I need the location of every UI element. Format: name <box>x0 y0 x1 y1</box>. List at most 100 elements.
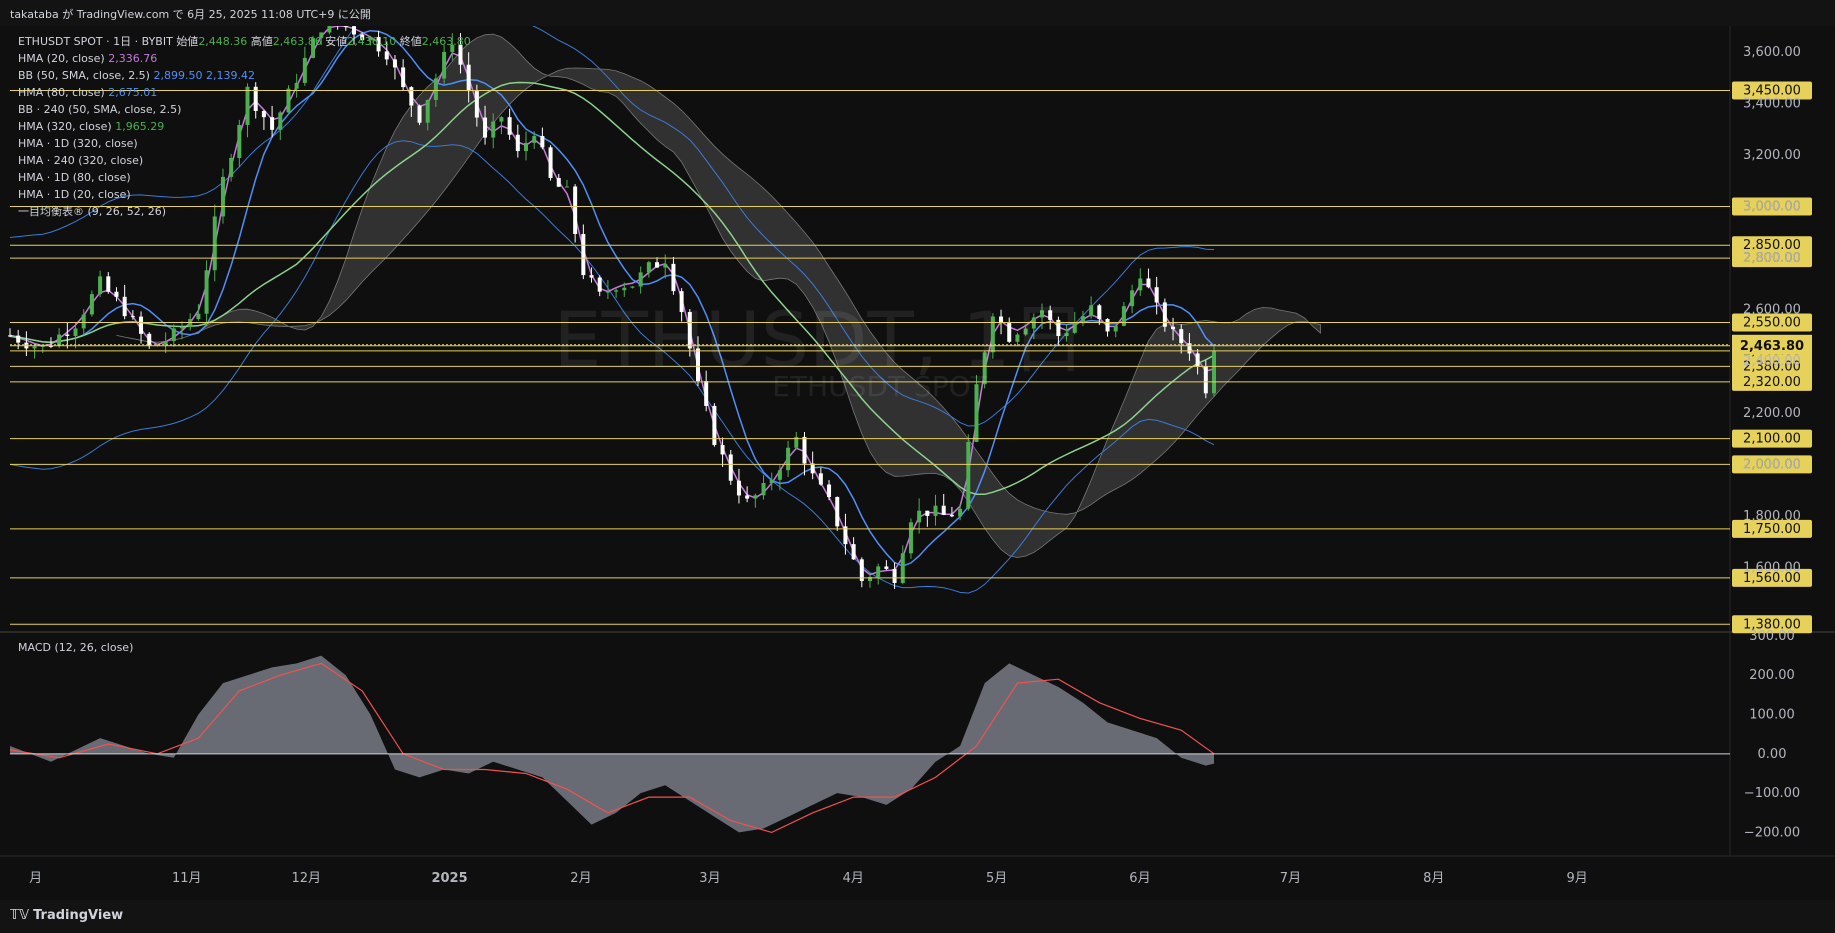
candle-body <box>1195 353 1200 367</box>
candle-body <box>663 263 668 268</box>
tradingview-brand[interactable]: 𝕋𝕍 TradingView <box>10 908 123 923</box>
price-tick-label: 3,600.00 <box>1743 45 1801 60</box>
price-tick-label: 3,400.00 <box>1743 96 1801 111</box>
legend-hma320[interactable]: HMA (320, close) 1,965.29 <box>18 118 471 135</box>
legend-ichimoku[interactable]: 一目均衡表® (9, 26, 52, 26) <box>18 203 471 220</box>
candle-body <box>507 117 512 135</box>
candle-body <box>949 514 954 517</box>
candle-body <box>622 287 627 291</box>
candle-body <box>630 286 635 288</box>
time-tick-label: 2月 <box>570 871 591 886</box>
legend-title-row: ETHUSDT SPOT · 1日 · BYBIT 始値2,448.36 高値2… <box>18 35 471 48</box>
legend-hma-1d-20[interactable]: HMA · 1D (20, close) <box>18 186 471 203</box>
price-tick-label: 2,400.00 <box>1743 354 1801 369</box>
macd-tick-label: −100.00 <box>1744 786 1800 801</box>
candle-body <box>548 147 553 178</box>
candle-body <box>1212 351 1216 394</box>
candle-body <box>1130 290 1135 307</box>
candle-body <box>1171 326 1176 330</box>
candle-body <box>769 479 774 484</box>
candle-body <box>73 328 78 336</box>
candle-body <box>89 294 94 315</box>
candle-body <box>736 480 741 496</box>
candle-body <box>892 568 897 584</box>
candle-body <box>556 177 561 187</box>
time-tick-label: 8月 <box>1423 871 1444 886</box>
symbol-title[interactable]: ETHUSDT SPOT · 1日 · BYBIT <box>18 35 173 48</box>
candle-body <box>753 495 758 499</box>
candle-body <box>597 277 602 292</box>
candle-body <box>122 296 127 317</box>
candle-body <box>671 263 676 292</box>
time-tick-label: 9月 <box>1566 871 1587 886</box>
watermark-sub: ETHUSDT SPOT <box>772 370 988 403</box>
price-tick-label: 2,000.00 <box>1743 457 1801 472</box>
candle-body <box>564 186 569 188</box>
candle-body <box>941 505 946 515</box>
candle-body <box>786 447 791 471</box>
candle-body <box>581 234 586 276</box>
candle-body <box>966 441 971 509</box>
candle-body <box>515 134 520 152</box>
candle-body <box>589 275 594 278</box>
price-tick-label: 1,800.00 <box>1743 509 1801 524</box>
legend-hma-240-320[interactable]: HMA · 240 (320, close) <box>18 152 471 169</box>
high-value: 2,463.86 <box>272 35 322 48</box>
candle-body <box>499 117 504 122</box>
candle-body <box>483 117 488 138</box>
candle-body <box>933 505 938 516</box>
candle-body <box>835 497 840 527</box>
candle-body <box>163 341 168 345</box>
last-price-label: 2,463.80 <box>1740 339 1804 354</box>
candle-body <box>81 314 86 329</box>
candle-body <box>908 522 913 554</box>
candle-body <box>1162 302 1167 327</box>
candle-body <box>638 272 643 287</box>
candle-body <box>605 291 610 293</box>
candle-body <box>745 495 750 499</box>
candle-body <box>65 334 70 336</box>
level-label: 2,550.00 <box>1743 316 1801 331</box>
candle-body <box>646 262 651 273</box>
candle-body <box>884 566 889 569</box>
candle-body <box>704 381 709 406</box>
candle-body <box>802 436 807 464</box>
legend-hma-1d-80[interactable]: HMA · 1D (80, close) <box>18 169 471 186</box>
price-tick-label: 1,600.00 <box>1743 561 1801 576</box>
macd-label[interactable]: MACD (12, 26, close) <box>18 641 133 654</box>
legend-bb50[interactable]: BB (50, SMA, close, 2.5) 2,899.50 2,139.… <box>18 67 471 84</box>
macd-tick-label: 200.00 <box>1749 668 1795 683</box>
legend-hma20[interactable]: HMA (20, close) 2,336.76 <box>18 50 471 67</box>
time-tick-label: 6月 <box>1129 871 1150 886</box>
price-tick-label: 3,200.00 <box>1743 148 1801 163</box>
candle-body <box>147 333 152 346</box>
publish-header: takataba が TradingView.com で 6月 25, 2025… <box>0 0 1835 26</box>
candle-body <box>540 136 545 148</box>
candle-body <box>106 276 111 292</box>
time-tick-label: 4月 <box>843 871 864 886</box>
legend-hma80[interactable]: HMA (80, close) 2,675.01 <box>18 84 471 101</box>
candle-body <box>1179 329 1184 344</box>
candle-body <box>196 313 201 320</box>
candle-body <box>8 335 12 337</box>
candle-body <box>818 473 823 485</box>
time-tick-label: 5月 <box>986 871 1007 886</box>
legend-bb240[interactable]: BB · 240 (50, SMA, close, 2.5) <box>18 101 471 118</box>
candle-body <box>1113 325 1118 332</box>
time-tick-label: 3月 <box>699 871 720 886</box>
candle-body <box>114 291 119 297</box>
candle-body <box>655 262 660 268</box>
candle-body <box>204 270 209 314</box>
low-value: 2,436.10 <box>347 35 397 48</box>
level-label: 2,100.00 <box>1743 432 1801 447</box>
candle-body <box>712 405 717 445</box>
candle-body <box>524 142 528 152</box>
candle-body <box>212 216 217 271</box>
legend-hma-1d-320[interactable]: HMA · 1D (320, close) <box>18 135 471 152</box>
price-tick-label: 3,000.00 <box>1743 200 1801 215</box>
macd-tick-label: 300.00 <box>1749 629 1795 644</box>
time-tick-label: 12月 <box>291 871 321 886</box>
candle-body <box>876 566 881 577</box>
level-label: 2,320.00 <box>1743 375 1801 390</box>
candle-body <box>958 508 963 517</box>
